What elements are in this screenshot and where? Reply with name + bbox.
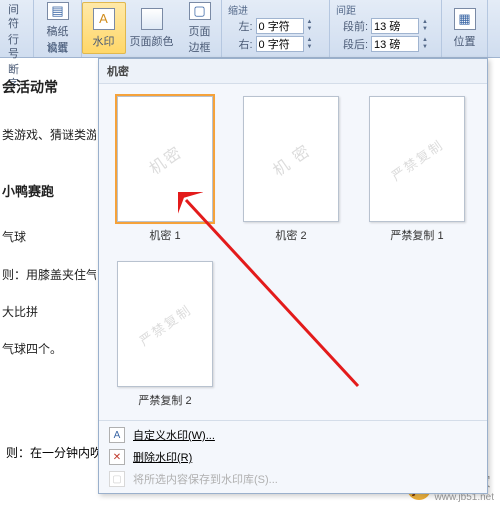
indent-left-up[interactable]: ▲ (307, 19, 313, 26)
watermark-gallery: 机密 机密 机密 1 机 密 机密 2 严禁复制 严禁复制 1 严禁复制 严禁复… (98, 58, 488, 494)
page-border-button[interactable]: ▢ 页面 边框 (178, 2, 222, 54)
doc-h2: 小鸭赛跑 (2, 182, 94, 203)
space-after-input[interactable] (371, 36, 419, 52)
remove-watermark-item[interactable]: ✕ 删除水印(R) (99, 446, 487, 468)
indent-right-down[interactable]: ▼ (307, 44, 313, 51)
indent-right-input[interactable] (256, 36, 304, 52)
watermark-thumb-nocopy-1[interactable]: 严禁复制 严禁复制 1 (363, 96, 471, 243)
document-body: 会活动常 类游戏、猜谜类游戏 小鸭赛跑 气球 则：用膝盖夹住气球 大比拼 气球四… (0, 66, 96, 369)
space-after-down[interactable]: ▼ (422, 44, 428, 51)
save-watermark-icon: ▢ (109, 471, 125, 487)
watermark-button[interactable]: A 水印 (82, 2, 126, 54)
ribbon-opt-linenum[interactable]: 行号 (6, 32, 27, 62)
spacing-header: 间距 (336, 2, 356, 17)
doc-line4: 大比拼 (2, 303, 94, 322)
gallery-footer: A 自定义水印(W)... ✕ 删除水印(R) ▢ 将所选内容保存到水印库(S)… (99, 420, 487, 493)
remove-watermark-icon: ✕ (109, 449, 125, 465)
group-label-paper: 稿纸 (48, 40, 68, 55)
indent-left-label: 左: (238, 18, 252, 34)
watermark-icon: A (93, 8, 115, 30)
doc-line2: 气球 (2, 228, 94, 247)
custom-watermark-item[interactable]: A 自定义水印(W)... (99, 424, 487, 446)
save-watermark-item: ▢ 将所选内容保存到水印库(S)... (99, 468, 487, 490)
paper-icon: ▤ (47, 2, 69, 20)
page-border-icon: ▢ (189, 2, 211, 20)
doc-title: 会活动常 (2, 76, 94, 98)
doc-line3: 则：用膝盖夹住气球 (2, 266, 94, 285)
watermark-thumb-nocopy-2[interactable]: 严禁复制 严禁复制 2 (111, 261, 219, 408)
ribbon: 间符 行号 断字 ▤ 稿纸 设置 稿纸 A 水印 页面颜色 ▢ 页面 边框 缩进 (0, 0, 500, 58)
space-after-label: 段后: (343, 36, 368, 52)
indent-right-up[interactable]: ▲ (307, 37, 313, 44)
gallery-header: 机密 (99, 59, 487, 84)
indent-header: 缩进 (228, 2, 248, 17)
doc-line1: 类游戏、猜谜类游戏 (2, 126, 94, 145)
watermark-thumb-confidential-1[interactable]: 机密 机密 1 (111, 96, 219, 243)
indent-left-down[interactable]: ▼ (307, 26, 313, 33)
indent-left-input[interactable] (256, 18, 304, 34)
position-button[interactable]: ▦ 位置 (443, 2, 487, 54)
ribbon-opt-hyphenation1[interactable]: 间符 (6, 2, 27, 32)
space-before-up[interactable]: ▲ (422, 19, 428, 26)
custom-watermark-icon: A (109, 427, 125, 443)
space-after-up[interactable]: ▲ (422, 37, 428, 44)
page-color-button[interactable]: 页面颜色 (130, 2, 174, 54)
watermark-thumb-confidential-2[interactable]: 机 密 机密 2 (237, 96, 345, 243)
space-before-input[interactable] (371, 18, 419, 34)
indent-right-label: 右: (238, 36, 252, 52)
space-before-down[interactable]: ▼ (422, 26, 428, 33)
page-color-icon (141, 8, 163, 30)
space-before-label: 段前: (343, 18, 368, 34)
doc-line5: 气球四个。 (2, 340, 94, 359)
position-icon: ▦ (454, 8, 476, 30)
